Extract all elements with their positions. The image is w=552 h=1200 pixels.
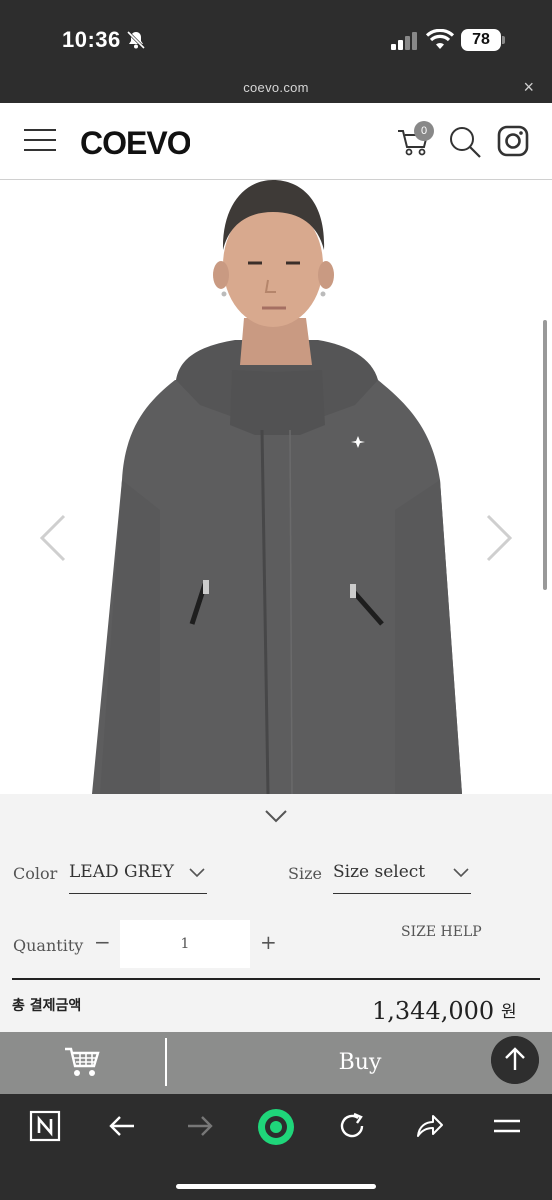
chevron-left-icon[interactable]: [34, 510, 74, 566]
wifi-icon: [426, 29, 454, 49]
status-bar: 10:36 78: [0, 0, 552, 75]
coevo-logo[interactable]: COEVO: [80, 123, 190, 163]
quantity-decrement-button[interactable]: −: [94, 930, 111, 954]
add-to-cart-icon[interactable]: [62, 1044, 102, 1080]
url-text[interactable]: coevo.com: [0, 80, 552, 95]
total-price-amount: 1,344,000: [372, 997, 495, 1025]
color-label: Color: [13, 864, 58, 883]
cart-count-badge: 0: [414, 121, 434, 141]
browser-toolbar: [0, 1094, 552, 1200]
forward-icon: [188, 1116, 213, 1136]
status-time: 10:36: [62, 27, 121, 52]
menu-icon[interactable]: [491, 1110, 523, 1142]
product-options-panel: Color LEAD GREY Size Size select Quantit…: [0, 794, 552, 1032]
battery-indicator: 78: [461, 29, 505, 51]
share-icon[interactable]: [413, 1110, 445, 1142]
hamburger-icon[interactable]: [24, 129, 56, 153]
page-scrollbar[interactable]: [543, 320, 547, 590]
bell-slash-icon: [126, 30, 146, 50]
browser-home-icon[interactable]: [256, 1107, 296, 1147]
naver-n-icon[interactable]: [29, 1110, 61, 1142]
size-select-value: Size select: [333, 862, 426, 882]
logo-text: COEVO: [80, 125, 190, 161]
instagram-icon[interactable]: [497, 125, 529, 157]
chevron-down-icon: [189, 868, 205, 878]
buy-bar: Buy: [0, 1032, 552, 1094]
signal-icon: [391, 32, 417, 50]
total-price-unit: 원: [501, 1002, 517, 1022]
total-price-label: 총 결제금액: [12, 998, 82, 1014]
chevron-down-icon[interactable]: [264, 808, 288, 824]
back-icon[interactable]: [106, 1110, 138, 1142]
total-divider: [12, 978, 540, 980]
url-bar[interactable]: coevo.com ×: [0, 75, 552, 103]
arrow-up-icon[interactable]: [491, 1036, 539, 1084]
size-help-link[interactable]: SIZE HELP: [401, 924, 482, 940]
quantity-label: Quantity: [13, 936, 84, 955]
reload-icon[interactable]: [336, 1110, 368, 1142]
size-select[interactable]: Size select: [333, 858, 471, 894]
search-icon[interactable]: [448, 125, 482, 159]
chevron-down-icon: [453, 868, 469, 878]
close-url-button[interactable]: ×: [523, 77, 534, 98]
home-indicator: [176, 1184, 376, 1189]
color-select-value: LEAD GREY: [69, 862, 175, 882]
color-select[interactable]: LEAD GREY: [69, 858, 207, 894]
quantity-input[interactable]: [120, 920, 250, 968]
buy-bar-separator: [165, 1038, 167, 1086]
site-header: COEVO 0: [0, 103, 552, 180]
quantity-increment-button[interactable]: +: [260, 930, 277, 954]
product-image-carousel[interactable]: [0, 180, 552, 794]
size-label: Size: [288, 864, 322, 883]
product-photo: [0, 180, 552, 794]
chevron-right-icon[interactable]: [478, 510, 518, 566]
